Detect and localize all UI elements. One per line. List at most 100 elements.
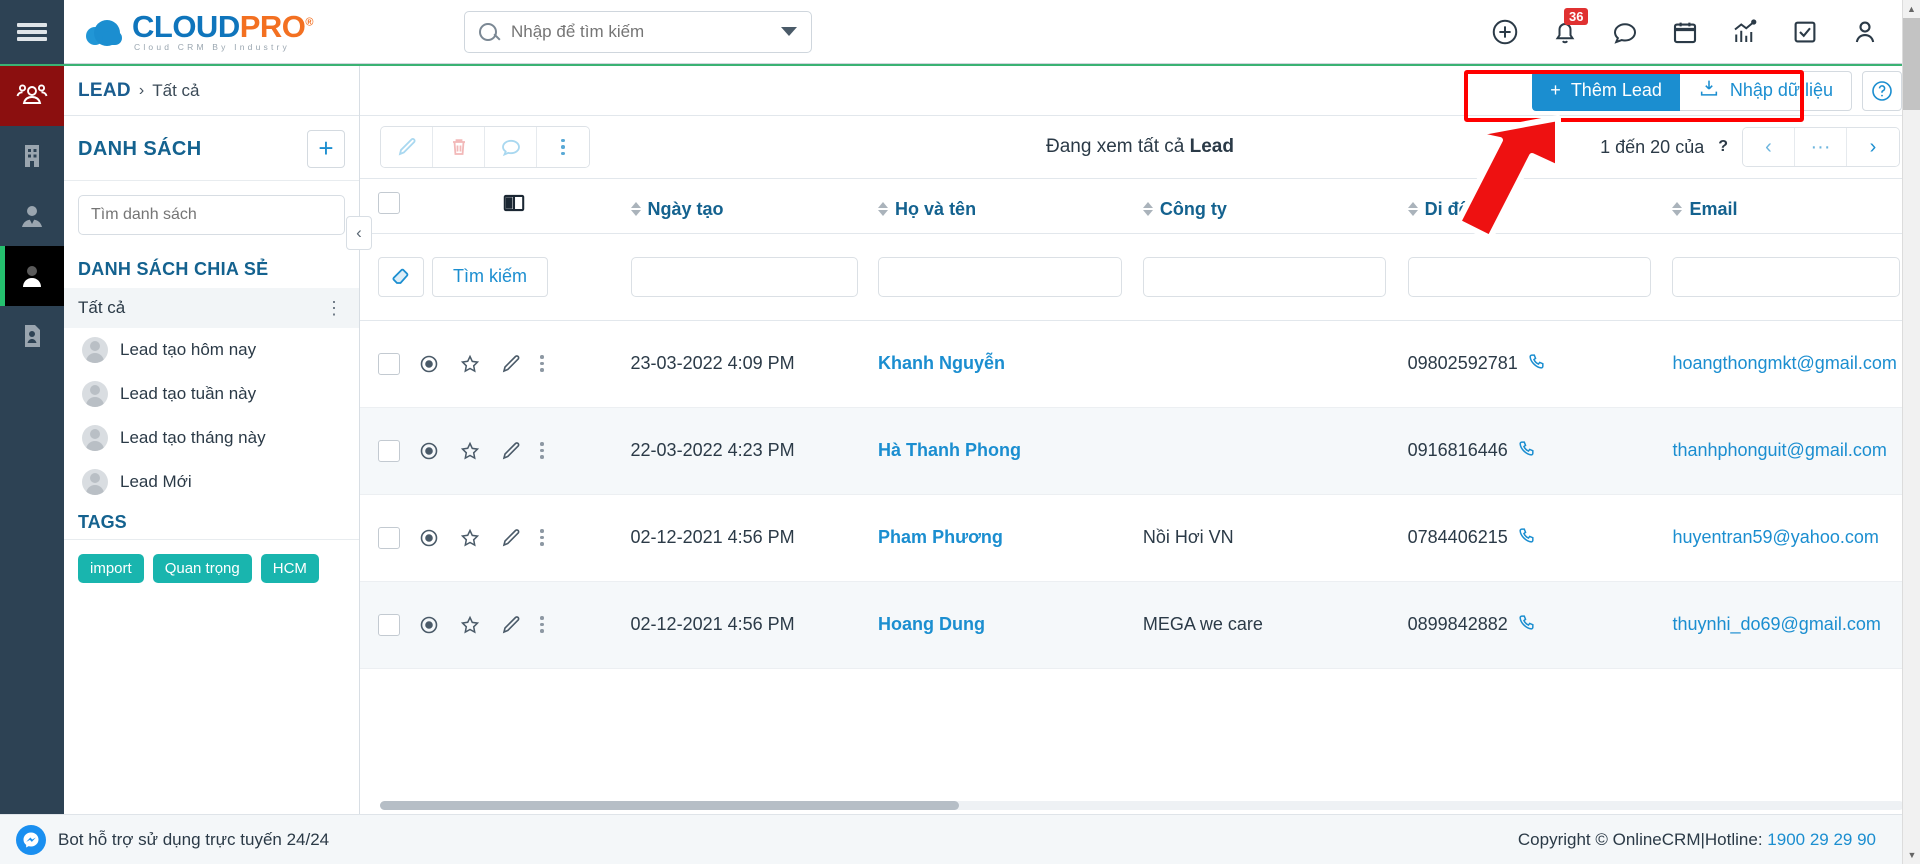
prev-page-button[interactable]: ‹ [1743,128,1795,166]
filter-input-company[interactable] [1142,256,1387,297]
list-search-box[interactable] [78,195,345,235]
import-data-button[interactable]: Nhập dữ liệu [1679,70,1852,111]
favorite-star-icon[interactable] [458,439,482,463]
table-row[interactable]: 02-12-2021 4:56 PM Hoang Dung MEGA we ca… [360,581,1920,668]
support-bot[interactable]: Bot hỗ trợ sử dụng trực tuyến 24/24 [16,824,329,855]
search-filter-button[interactable]: Tìm kiếm [432,256,548,297]
cell-email[interactable]: hoangthongmkt@gmail.com [1672,320,1920,407]
sidebar-group-icon[interactable] [0,66,64,126]
edit-row-icon[interactable] [499,526,523,550]
table-toolbar: Đang xem tất cả Lead 1 đến 20 của ? ‹ ··… [360,116,1920,178]
select-all-checkbox[interactable] [378,192,400,215]
window-scrollbar-thumb[interactable] [1903,18,1920,110]
window-scrollbar[interactable]: ▲ ▼ [1902,0,1920,864]
view-icon[interactable] [417,352,441,376]
favorite-star-icon[interactable] [458,526,482,550]
next-page-button[interactable]: › [1847,128,1899,166]
column-header-created[interactable]: Ngày tạo [630,179,879,234]
phone-icon[interactable] [1527,352,1546,376]
row-checkbox[interactable] [378,439,400,462]
edit-button[interactable] [381,127,433,167]
scroll-down-icon[interactable]: ▼ [1903,846,1920,864]
row-checkbox[interactable] [378,352,400,375]
hamburger-menu-button[interactable] [0,0,64,64]
table-row[interactable]: 23-03-2022 4:09 PM Khanh Nguyễn 09802592… [360,320,1920,407]
tag-chip[interactable]: import [78,554,144,583]
list-search-input[interactable] [91,206,332,224]
module-rail [0,66,64,814]
tag-chip[interactable]: Quan trọng [152,554,252,583]
row-more-icon[interactable] [540,616,544,633]
more-button[interactable] [537,127,589,167]
cell-fullname[interactable]: Hà Thanh Phong [878,407,1143,494]
row-checkbox[interactable] [378,613,400,636]
filter-input-email[interactable] [1672,256,1901,297]
search-input[interactable] [497,21,781,42]
table-row[interactable]: 22-03-2022 4:23 PM Hà Thanh Phong 091681… [360,407,1920,494]
table-horizontal-scrollbar[interactable] [380,801,1904,810]
list-item-all[interactable]: Tất cả ⋮ [64,288,359,328]
user-icon[interactable] [1850,17,1880,47]
add-lead-button[interactable]: + Thêm Lead [1532,70,1680,111]
scroll-up-icon[interactable]: ▲ [1903,0,1920,18]
sidebar-contact-icon[interactable] [0,186,64,246]
breadcrumb-module[interactable]: LEAD [78,80,131,102]
calendar-icon[interactable] [1670,17,1700,47]
column-header-mobile[interactable]: Di động [1407,179,1673,234]
filter-input-fullname[interactable] [878,256,1122,297]
comment-button[interactable] [485,127,537,167]
cell-email[interactable]: thuynhi_do69@gmail.com [1672,581,1920,668]
checkbox-task-icon[interactable] [1790,17,1820,47]
cell-email[interactable]: huyentran59@yahoo.com [1672,494,1920,581]
table-row[interactable]: 02-12-2021 4:56 PM Pham Phương Nồi Hơi V… [360,494,1920,581]
cell-fullname[interactable]: Khanh Nguyễn [878,320,1143,407]
add-list-button[interactable]: + [307,130,345,168]
list-item[interactable]: Lead Mới [64,460,359,504]
hotline-number[interactable]: 1900 29 29 90 [1767,830,1876,849]
chevron-down-icon[interactable] [781,27,797,36]
favorite-star-icon[interactable] [458,352,482,376]
edit-row-icon[interactable] [499,439,523,463]
delete-button[interactable] [433,127,485,167]
filter-input-mobile[interactable] [1407,256,1652,297]
chat-icon[interactable] [1610,17,1640,47]
help-button[interactable] [1862,70,1902,111]
phone-icon[interactable] [1517,439,1536,463]
plus-circle-icon[interactable] [1490,17,1520,47]
column-chooser-icon[interactable] [501,195,527,220]
app-logo[interactable]: CLOUDPRO® Cloud CRM By Industry [64,0,364,64]
collapse-panel-button[interactable]: ‹ [346,216,372,250]
sidebar-person-icon[interactable] [0,246,64,306]
filter-input-created[interactable] [630,256,859,297]
cell-fullname[interactable]: Hoang Dung [878,581,1143,668]
favorite-star-icon[interactable] [458,613,482,637]
clear-filters-button[interactable] [378,256,424,297]
sidebar-document-person-icon[interactable] [0,306,64,366]
cell-email[interactable]: thanhphonguit@gmail.com [1672,407,1920,494]
row-more-icon[interactable] [540,355,544,372]
search-box[interactable] [464,10,812,53]
list-item[interactable]: Lead tạo hôm nay [64,328,359,372]
sidebar-building-icon[interactable] [0,126,64,186]
view-icon[interactable] [417,613,441,637]
tag-chip[interactable]: HCM [260,554,319,583]
row-more-icon[interactable] [540,442,544,459]
phone-icon[interactable] [1517,526,1536,550]
edit-row-icon[interactable] [499,352,523,376]
vertical-dots-icon[interactable]: ⋮ [325,299,347,317]
column-header-email[interactable]: Email [1672,179,1920,234]
column-header-company[interactable]: Công ty [1142,179,1408,234]
edit-row-icon[interactable] [499,613,523,637]
list-item[interactable]: Lead tạo tháng này [64,416,359,460]
bell-icon[interactable]: 36 [1550,7,1589,47]
chart-icon[interactable] [1730,17,1760,47]
phone-icon[interactable] [1517,613,1536,637]
row-more-icon[interactable] [540,529,544,546]
cell-fullname[interactable]: Pham Phương [878,494,1143,581]
row-checkbox[interactable] [378,526,400,549]
column-header-fullname[interactable]: Họ và tên [878,179,1143,234]
more-pages-button[interactable]: ··· [1795,128,1847,166]
view-icon[interactable] [417,439,441,463]
list-item[interactable]: Lead tạo tuần này [64,372,359,416]
view-icon[interactable] [417,526,441,550]
